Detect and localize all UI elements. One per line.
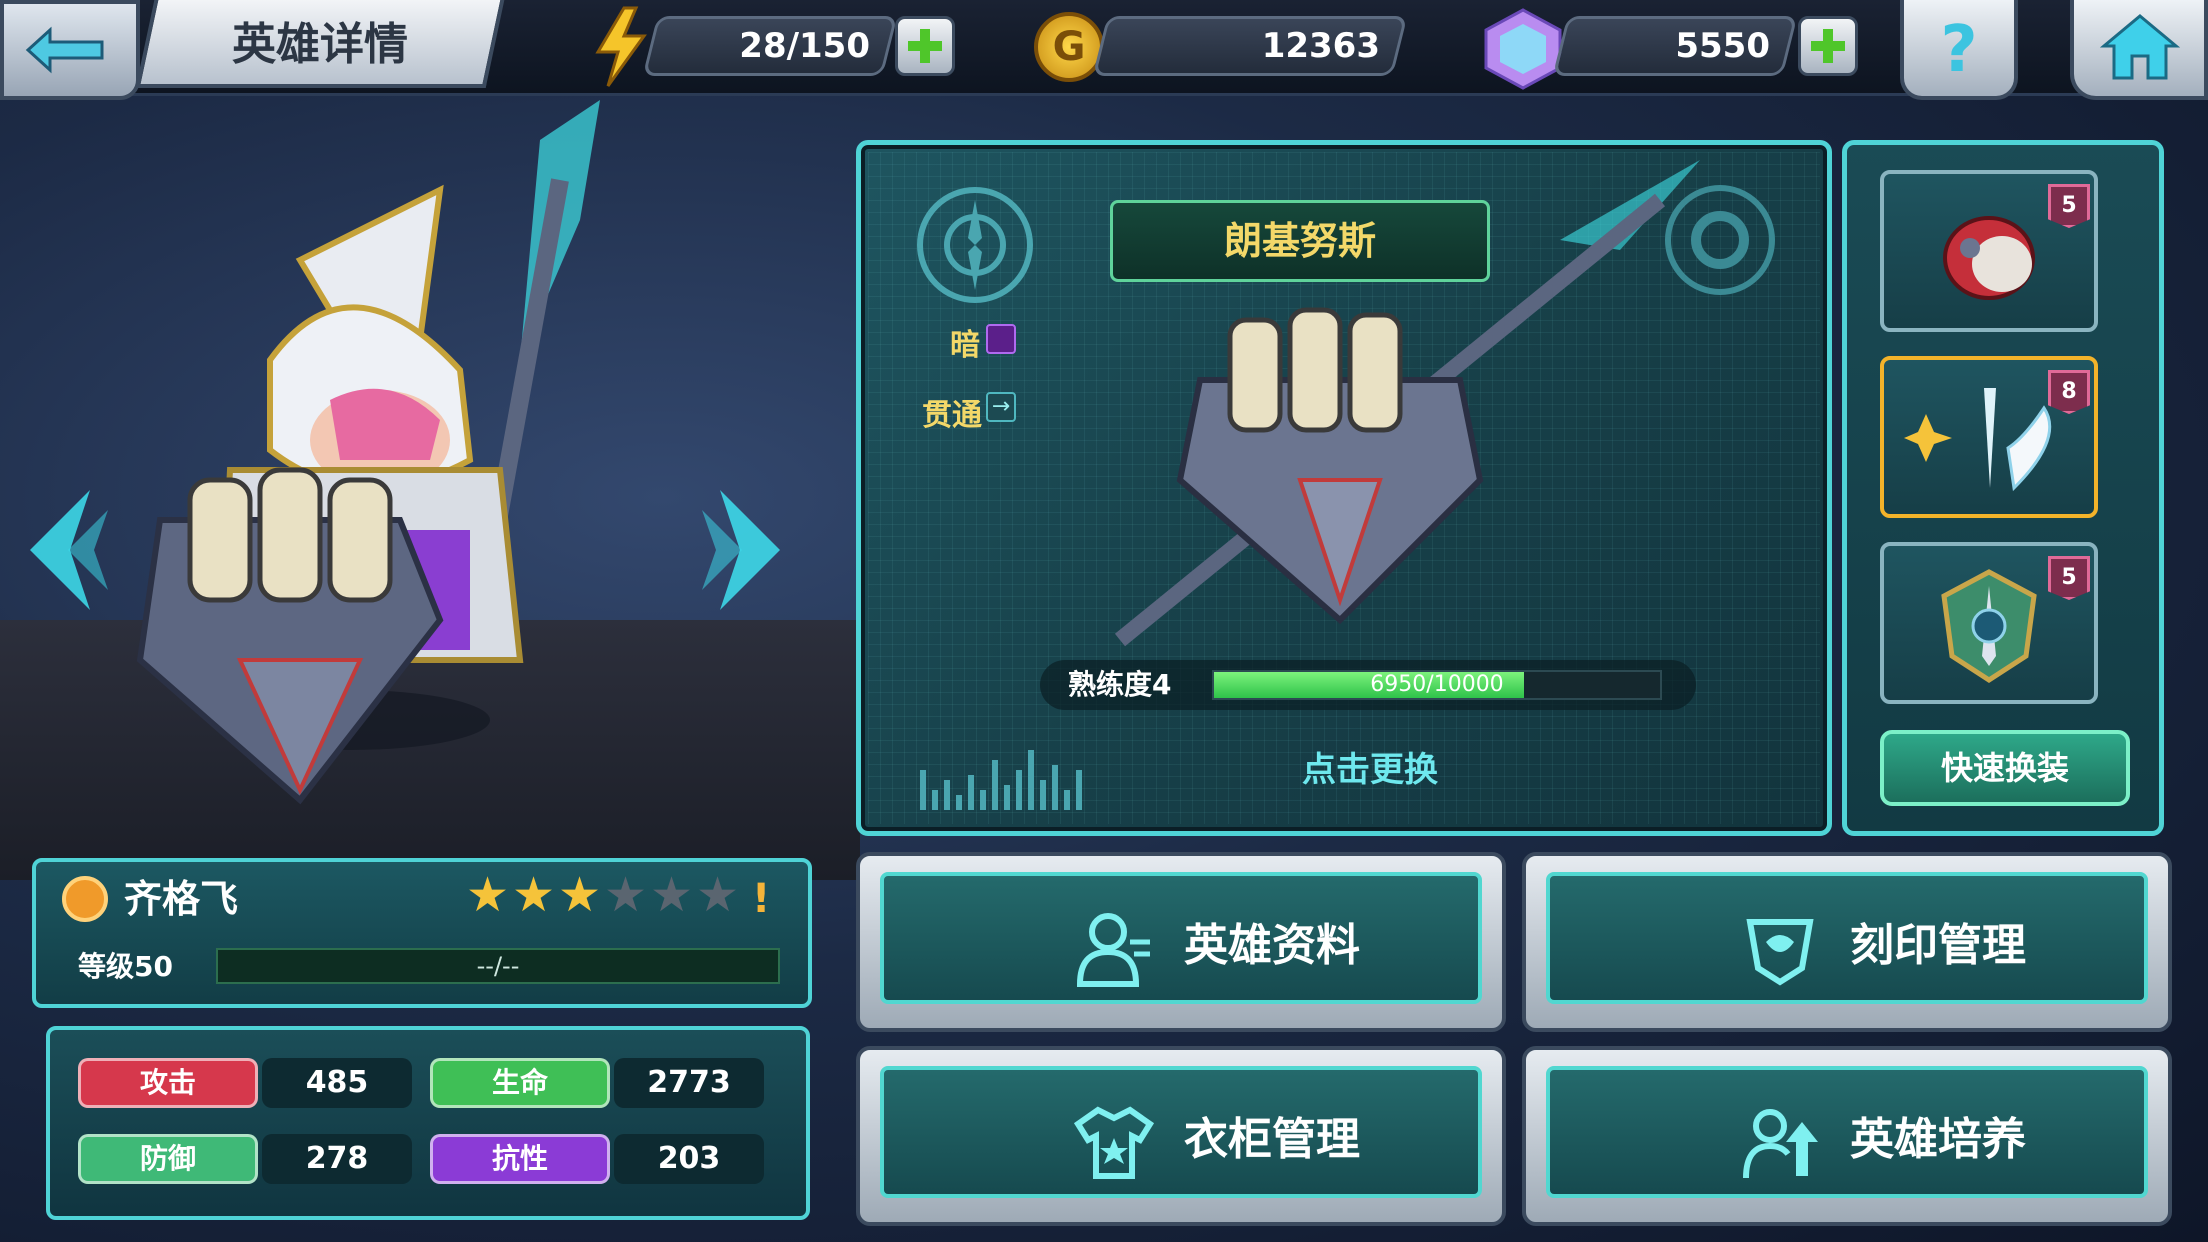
- weapon-trait-label: 贯通: [922, 398, 982, 433]
- back-arrow-icon: [25, 26, 104, 74]
- slot-level-badge: 5: [2048, 184, 2090, 228]
- wardrobe-button[interactable]: 衣柜管理: [856, 1046, 1506, 1226]
- equip-slot-emblem[interactable]: 5: [1880, 542, 2098, 704]
- menu-button-inner: 英雄资料: [880, 872, 1482, 1004]
- engraving-icon: [1746, 919, 1814, 986]
- stat-resistance-label: 抗性: [430, 1134, 610, 1184]
- stat-hp-label: 生命: [430, 1058, 610, 1108]
- stat-hp-value: 2773: [647, 1065, 731, 1100]
- previous-hero-arrow-icon[interactable]: [20, 480, 110, 620]
- star-empty-icon: ★: [650, 867, 694, 923]
- home-button[interactable]: [2070, 0, 2208, 100]
- engraving-label: 刻印管理: [1850, 920, 2026, 971]
- hero-info-label: 英雄资料: [1184, 920, 1360, 971]
- person-icon: [1076, 913, 1150, 987]
- dark-element-icon: [986, 324, 1016, 354]
- gem-icon: [1484, 8, 1562, 90]
- hero-name: 齐格飞: [124, 877, 239, 921]
- home-icon: [2100, 14, 2180, 80]
- stat-resistance-value: 203: [657, 1141, 721, 1176]
- alert-icon[interactable]: !: [752, 870, 770, 928]
- equip-slot-helmet[interactable]: 5: [1880, 170, 2098, 332]
- pierce-arrow-icon: →: [986, 392, 1016, 422]
- weapon-element-label: 暗: [950, 328, 980, 363]
- next-hero-arrow-icon[interactable]: [700, 480, 790, 620]
- shirt-icon: [1074, 1106, 1154, 1179]
- energy-value: 28/150: [739, 26, 870, 66]
- menu-button-inner: 英雄培养: [1546, 1066, 2148, 1198]
- star-empty-icon: ★: [604, 867, 648, 923]
- star-filled-icon: ★: [466, 867, 510, 923]
- hero-star-rating: ★ ★ ★ ★ ★ ★: [466, 870, 740, 928]
- helmet-icon: [1943, 216, 2035, 300]
- hero-training-label: 英雄培养: [1850, 1114, 2026, 1165]
- engraving-button[interactable]: 刻印管理: [1522, 852, 2172, 1032]
- menu-button-inner: 衣柜管理: [880, 1066, 1482, 1198]
- slot-level-badge: 8: [2048, 370, 2090, 414]
- energy-icon: [595, 6, 647, 87]
- proficiency-label: 熟练度4: [1068, 668, 1172, 701]
- add-energy-button[interactable]: [895, 16, 955, 76]
- hero-class-icon: [62, 876, 108, 922]
- star-filled-icon: ★: [558, 867, 602, 923]
- stat-defense-label: 防御: [78, 1134, 258, 1184]
- equalizer-decoration: [920, 750, 1082, 810]
- star-filled-icon: ★: [512, 867, 556, 923]
- proficiency-text: 6950/10000: [1370, 672, 1504, 697]
- slot-level-badge: 5: [2048, 556, 2090, 600]
- add-gem-button[interactable]: [1798, 16, 1858, 76]
- gold-coin-icon: G: [1034, 12, 1104, 82]
- gold-value: 12363: [1261, 26, 1380, 66]
- menu-button-inner: 刻印管理: [1546, 872, 2148, 1004]
- wardrobe-label: 衣柜管理: [1184, 1114, 1360, 1165]
- wings-icon: [1904, 388, 2052, 492]
- weapon-image[interactable]: [1100, 160, 1700, 660]
- gem-value: 5550: [1675, 26, 1770, 66]
- back-button[interactable]: [0, 0, 140, 100]
- hero-level-progress: --/--: [476, 952, 520, 980]
- tap-replace-button[interactable]: 点击更换: [1200, 740, 1540, 800]
- stat-attack-label: 攻击: [78, 1058, 258, 1108]
- star-empty-icon: ★: [696, 867, 740, 923]
- stat-defense-value: 278: [305, 1141, 369, 1176]
- quick-equip-button[interactable]: 快速换装: [1880, 730, 2130, 806]
- equip-slot-wings[interactable]: 8: [1880, 356, 2098, 518]
- crosshair-icon: [917, 187, 1033, 303]
- page-title: 英雄详情: [232, 19, 408, 70]
- stat-attack-value: 485: [305, 1065, 369, 1100]
- training-up-icon: [1743, 1109, 1818, 1179]
- help-button[interactable]: ?: [1900, 0, 2018, 100]
- hero-info-button[interactable]: 英雄资料: [856, 852, 1506, 1032]
- hero-stats-panel: [46, 1026, 810, 1220]
- emblem-icon: [1941, 569, 2037, 683]
- hero-level-label: 等级50: [78, 950, 173, 983]
- hero-training-button[interactable]: 英雄培养: [1522, 1046, 2172, 1226]
